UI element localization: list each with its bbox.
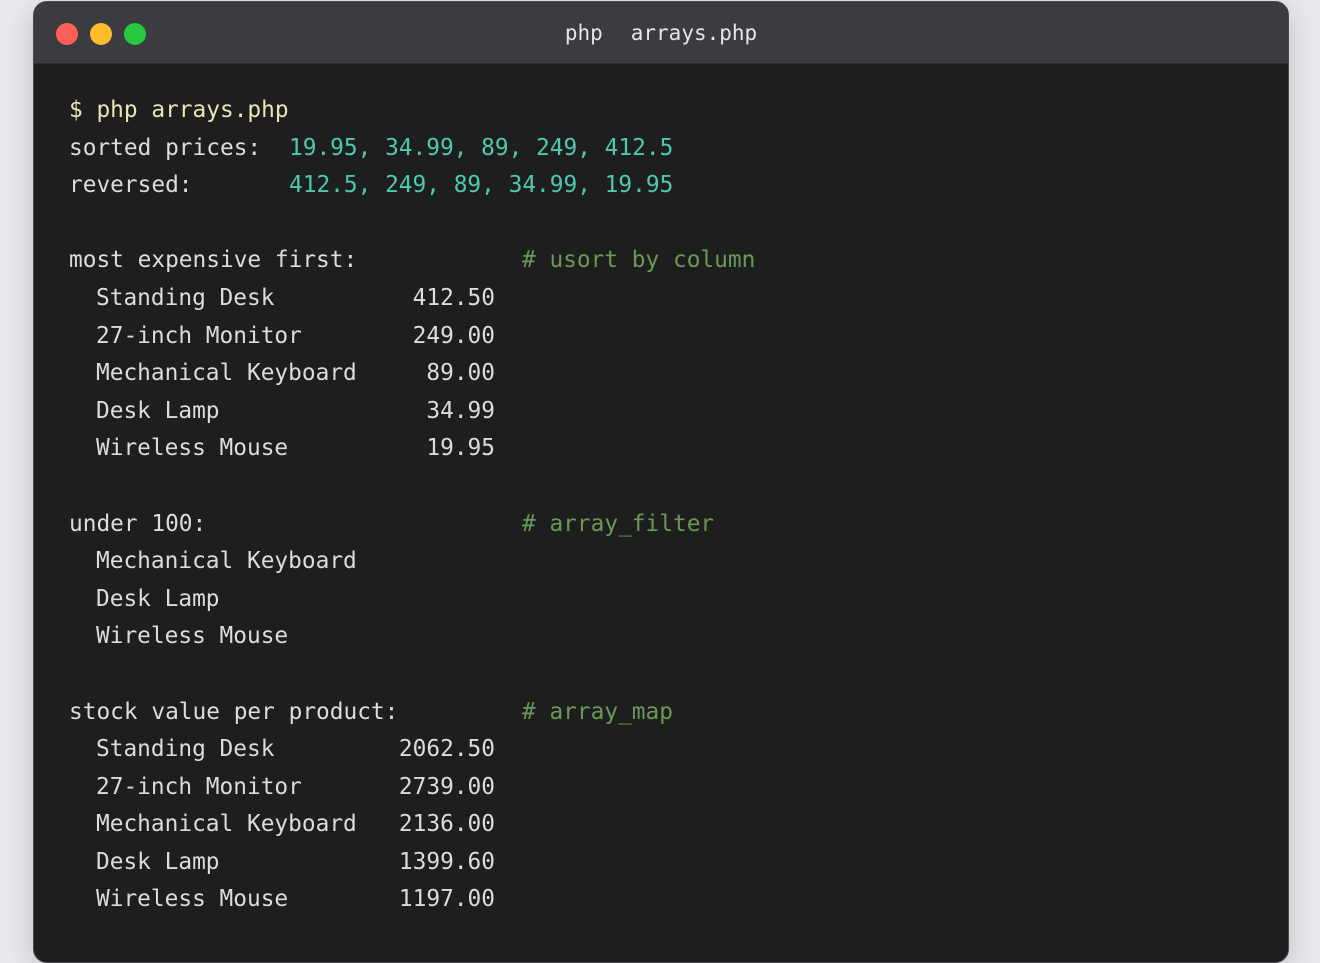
prompt-command: $ php arrays.php [69, 97, 289, 123]
product-name: Desk Lamp [96, 848, 220, 875]
expensive-heading-line: most expensive first: # usort by column [69, 242, 755, 280]
under-heading-line: under 100: # array_filter [69, 506, 714, 544]
product-price: 89.00 [426, 360, 495, 387]
table-row: Desk Lamp 1399.60 [69, 844, 495, 882]
title-bar: php arrays.php [34, 2, 1288, 64]
product-name: 27-inch Monitor [96, 322, 302, 349]
product-price: 249.00 [412, 322, 495, 349]
stock-value: 1197.00 [398, 886, 495, 913]
product-name: Wireless Mouse [96, 886, 289, 913]
product-name: Wireless Mouse [96, 623, 289, 650]
under-heading: under 100: [69, 510, 207, 537]
product-price: 34.99 [426, 397, 495, 424]
table-row: Desk Lamp 34.99 [69, 393, 495, 431]
reversed-values: 412.5, 249, 89, 34.99, 19.95 [289, 172, 674, 199]
stock-value: 1399.60 [398, 848, 495, 875]
table-row: Mechanical Keyboard 2136.00 [69, 806, 495, 844]
product-name: Standing Desk [96, 736, 275, 763]
stock-heading-line: stock value per product: # array_map [69, 694, 673, 732]
stock-heading: stock value per product: [69, 698, 399, 725]
product-price: 19.95 [426, 435, 495, 462]
under-comment: # array_filter [522, 510, 715, 537]
table-row: Wireless Mouse 1197.00 [69, 881, 495, 919]
terminal-window: php arrays.php $ php arrays.php sorted pr… [33, 1, 1289, 963]
title-app: php [564, 21, 603, 45]
terminal-output: $ php arrays.php sorted prices: 19.95, 3… [69, 92, 755, 919]
product-name: Standing Desk [96, 284, 275, 311]
expensive-heading: most expensive first: [69, 247, 358, 274]
stock-value: 2062.50 [398, 736, 495, 763]
stock-value: 2739.00 [398, 773, 495, 800]
table-row: Standing Desk 412.50 [69, 280, 495, 318]
title-file: arrays.php [630, 21, 758, 45]
table-row: 27-inch Monitor 2739.00 [69, 769, 495, 807]
reversed-label: reversed: [69, 172, 193, 199]
sorted-line: sorted prices: 19.95, 34.99, 89, 249, 41… [69, 130, 673, 168]
stock-value: 2136.00 [398, 811, 495, 838]
expensive-comment: # usort by column [522, 247, 756, 274]
window-title: php arrays.php [34, 19, 1288, 47]
list-item: Wireless Mouse [69, 618, 288, 656]
stock-comment: # array_map [522, 698, 673, 725]
product-price: 412.50 [412, 284, 495, 311]
reversed-line: reversed: 412.5, 249, 89, 34.99, 19.95 [69, 167, 673, 205]
table-row: Wireless Mouse 19.95 [69, 430, 495, 468]
list-item: Mechanical Keyboard [69, 543, 357, 581]
prompt-line: $ php arrays.php [69, 92, 289, 130]
product-name: Wireless Mouse [96, 435, 289, 462]
product-name: Desk Lamp [96, 397, 220, 424]
product-name: Desk Lamp [96, 585, 220, 612]
table-row: Standing Desk 2062.50 [69, 731, 495, 769]
sorted-values: 19.95, 34.99, 89, 249, 412.5 [289, 134, 674, 161]
sorted-label: sorted prices: [69, 134, 262, 161]
product-name: Mechanical Keyboard [96, 548, 357, 575]
product-name: 27-inch Monitor [96, 773, 302, 800]
table-row: 27-inch Monitor 249.00 [69, 318, 495, 356]
table-row: Mechanical Keyboard 89.00 [69, 355, 495, 393]
list-item: Desk Lamp [69, 581, 220, 619]
